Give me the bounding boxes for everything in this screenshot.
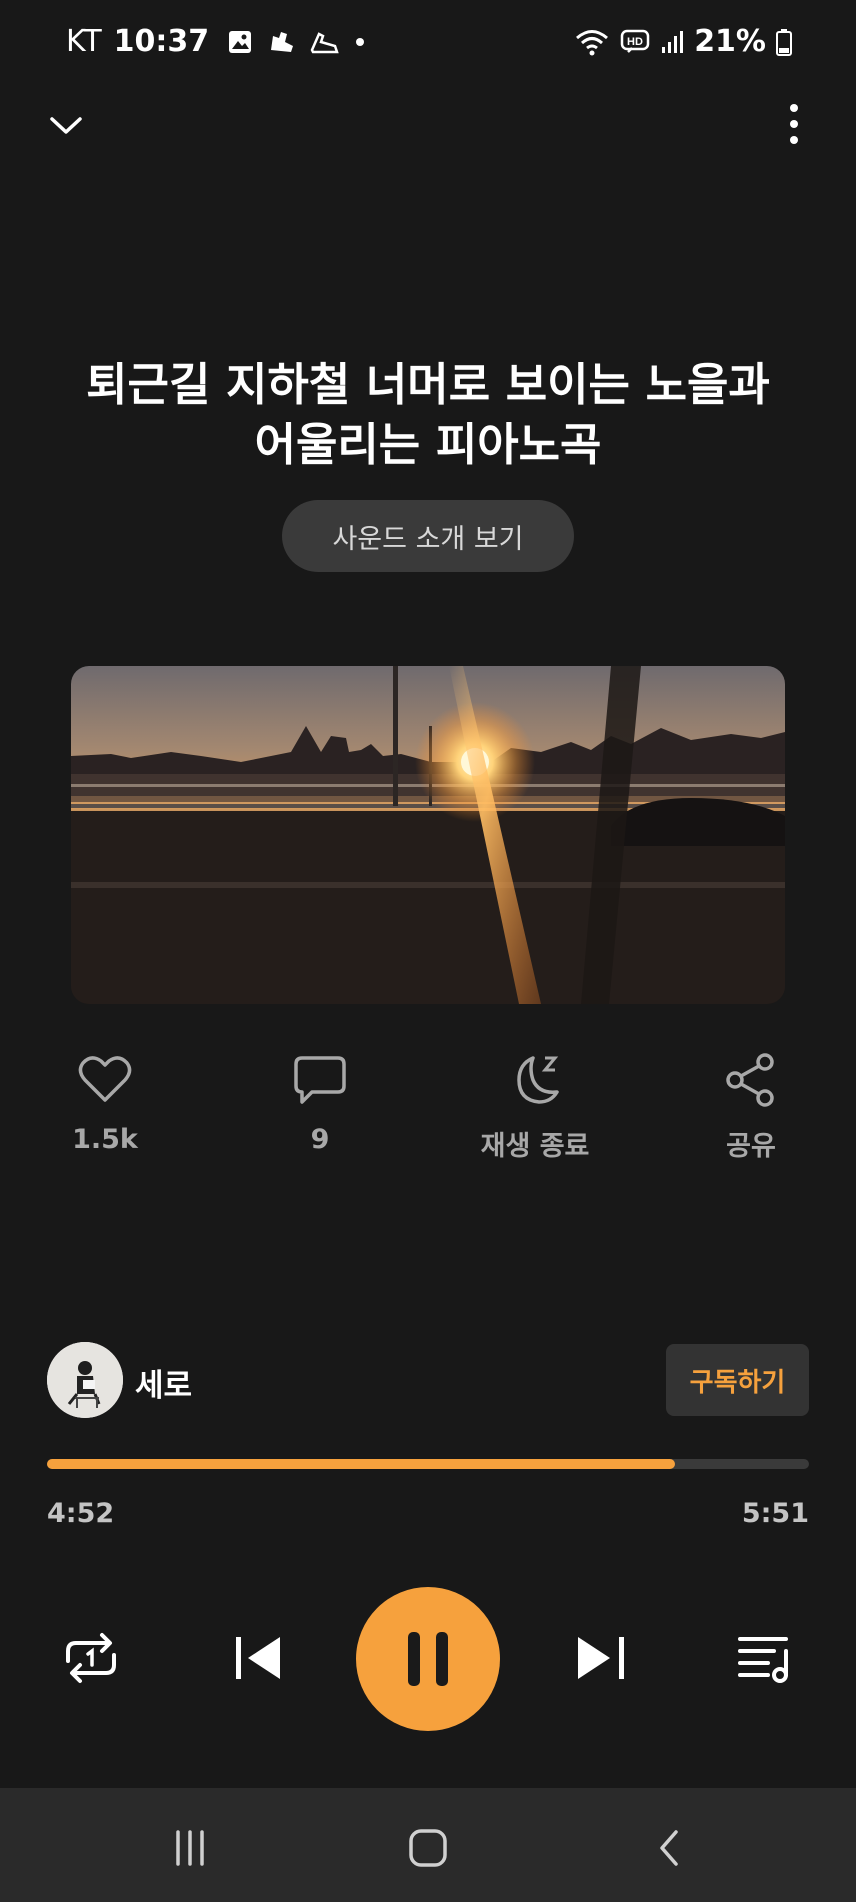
skip-next-icon (578, 1637, 624, 1679)
battery-percent: 21% (694, 24, 766, 59)
more-options-button[interactable] (776, 100, 812, 150)
like-button[interactable]: 1.5k (15, 1050, 195, 1155)
battery-icon (776, 28, 792, 56)
heart-icon (78, 1056, 132, 1102)
like-count: 1.5k (72, 1124, 138, 1155)
comment-button[interactable]: 9 (230, 1050, 410, 1155)
home-icon (409, 1829, 447, 1867)
share-label: 공유 (726, 1131, 776, 1162)
cover-image (71, 666, 785, 1004)
action-row: 1.5k 9 재생 종료 공유 (0, 1050, 856, 1170)
artist-avatar[interactable] (47, 1342, 123, 1418)
repeat-one-button[interactable] (60, 1627, 122, 1689)
skip-previous-icon (236, 1637, 280, 1679)
recent-apps-button[interactable] (160, 1818, 220, 1878)
sleep-timer-label: 재생 종료 (480, 1131, 590, 1162)
back-icon (660, 1830, 678, 1866)
running-shoe-icon (310, 31, 339, 53)
svg-text:HD: HD (627, 36, 643, 48)
status-bar: KT 10:37 HD 21% (0, 0, 856, 90)
back-button[interactable] (640, 1818, 700, 1878)
repeat-one-icon (66, 1633, 116, 1683)
current-time: 4:52 (47, 1498, 115, 1529)
playback-controls (0, 1585, 856, 1735)
shoe-icon (271, 31, 294, 52)
pause-button[interactable] (356, 1587, 500, 1731)
notification-dot-icon (356, 37, 365, 46)
pause-icon (408, 1632, 448, 1686)
sleep-timer-button[interactable]: 재생 종료 (445, 1050, 625, 1163)
next-button[interactable] (568, 1627, 630, 1689)
recent-apps-icon (176, 1830, 204, 1866)
wifi-icon (576, 29, 609, 55)
moon-sleep-icon (517, 1056, 559, 1104)
player-top-bar (0, 90, 856, 160)
signal-icon (662, 30, 684, 53)
subscribe-button[interactable]: 구독하기 (666, 1344, 809, 1416)
progress-fill (47, 1459, 675, 1469)
sound-intro-button[interactable]: 사운드 소개 보기 (282, 500, 574, 572)
gallery-icon (229, 30, 252, 53)
chevron-down-icon (50, 117, 82, 134)
comment-icon (294, 1056, 346, 1104)
clock: 10:37 (113, 24, 210, 59)
hd-voice-icon: HD (620, 29, 650, 53)
artist-name[interactable]: 세로 (135, 1360, 192, 1405)
comment-count: 9 (310, 1124, 330, 1155)
home-button[interactable] (398, 1818, 458, 1878)
playlist-button[interactable] (734, 1627, 796, 1689)
track-title: 퇴근길 지하철 너머로 보이는 노을과 어울리는 피아노곡 (60, 355, 796, 475)
artist-row: 세로 구독하기 (47, 1342, 809, 1418)
collapse-button[interactable] (44, 104, 88, 148)
previous-button[interactable] (230, 1627, 292, 1689)
share-icon (726, 1053, 774, 1107)
playlist-icon (738, 1637, 788, 1683)
more-vertical-icon (790, 104, 798, 144)
total-time: 5:51 (741, 1498, 809, 1529)
track-title-line-2: 어울리는 피아노곡 (254, 418, 602, 471)
carrier-label: KT (66, 24, 102, 59)
share-button[interactable]: 공유 (661, 1050, 841, 1163)
track-title-line-1: 퇴근길 지하철 너머로 보이는 노을과 (86, 358, 770, 411)
progress-bar[interactable] (47, 1459, 809, 1469)
system-navigation-bar (0, 1788, 856, 1902)
